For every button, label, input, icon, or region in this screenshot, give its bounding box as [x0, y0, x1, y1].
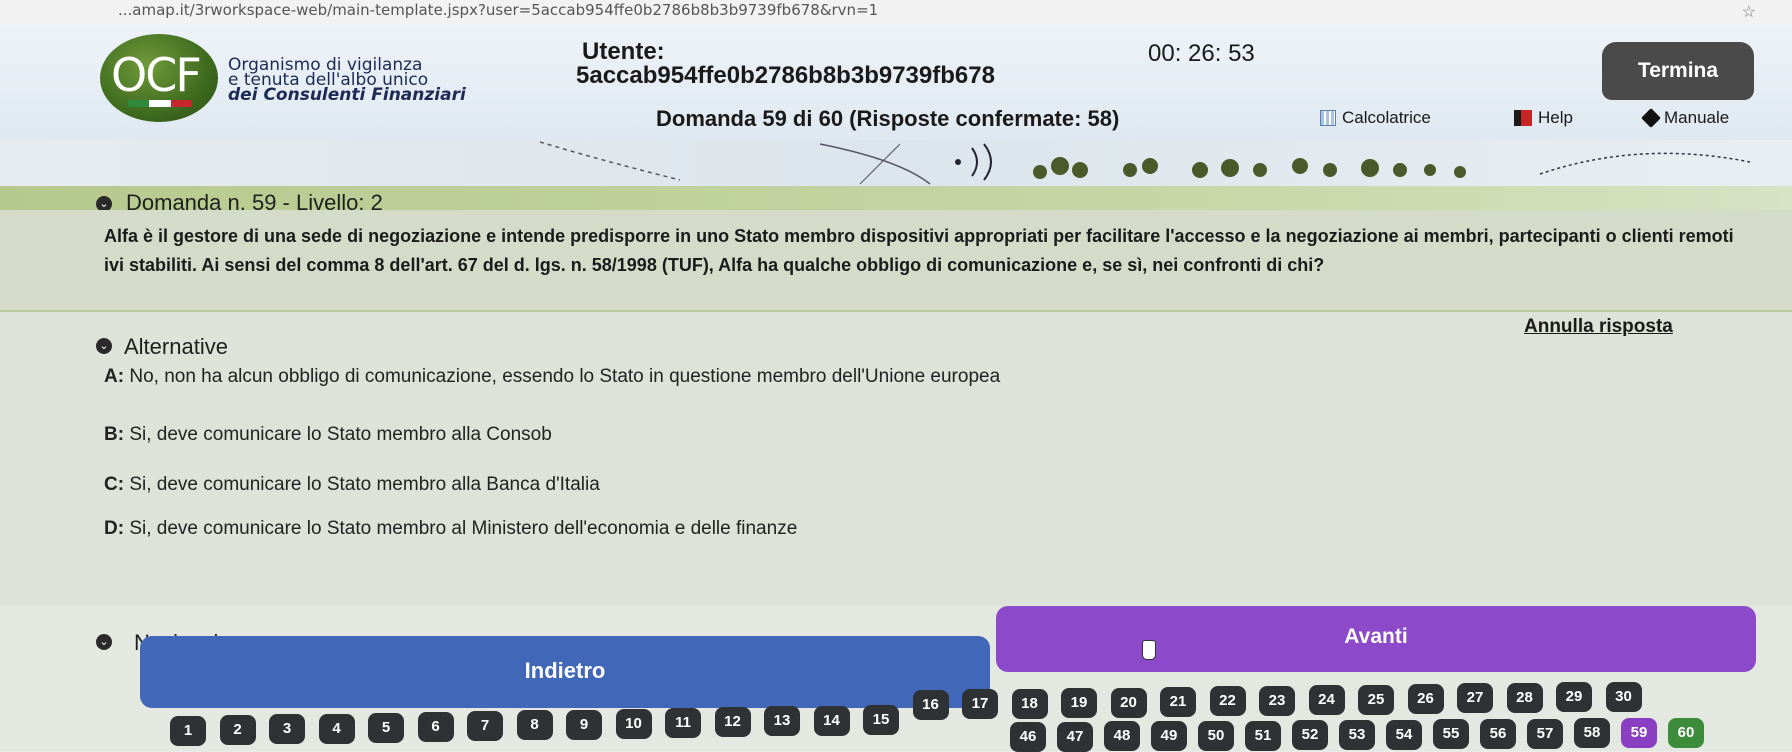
question-text: Alfa è il gestore di una sede di negozia… [104, 226, 1734, 275]
question-nav-button-48[interactable]: 48 [1104, 721, 1140, 752]
question-nav-button-24[interactable]: 24 [1308, 685, 1345, 716]
question-nav-button-8[interactable]: 8 [516, 710, 553, 741]
answer-option-b[interactable]: B: Si, deve comunicare lo Stato membro a… [104, 424, 552, 446]
question-nav-button-15[interactable]: 15 [863, 704, 899, 735]
question-nav-button-18[interactable]: 18 [1011, 688, 1048, 719]
question-nav-button-59[interactable]: 59 [1621, 718, 1657, 749]
question-nav-button-23[interactable]: 23 [1259, 685, 1295, 716]
exam-timer: 00: 26: 53 [1148, 40, 1255, 67]
cancel-answer-link[interactable]: Annulla risposta [1524, 316, 1673, 338]
question-nav-button-52[interactable]: 52 [1292, 720, 1328, 751]
answer-option-d[interactable]: D: Si, deve comunicare lo Stato membro a… [104, 518, 797, 540]
question-nav-button-30[interactable]: 30 [1605, 681, 1642, 712]
chevron-down-icon[interactable]: ⌄ [96, 338, 112, 354]
bookmark-star-icon[interactable]: ☆ [1742, 2, 1756, 22]
help-link[interactable]: Help [1514, 108, 1573, 128]
question-nav-button-4[interactable]: 4 [318, 713, 355, 744]
question-nav-button-20[interactable]: 20 [1110, 687, 1147, 718]
question-nav-button-54[interactable]: 54 [1386, 719, 1422, 750]
question-nav-button-56[interactable]: 56 [1480, 719, 1516, 749]
question-nav-button-16[interactable]: 16 [912, 690, 949, 720]
question-nav-button-50[interactable]: 50 [1198, 720, 1234, 751]
question-nav-button-25[interactable]: 25 [1358, 684, 1394, 715]
chevron-down-icon[interactable]: ⌄ [96, 634, 112, 650]
back-button[interactable]: Indietro [140, 636, 990, 708]
question-nav-button-6[interactable]: 6 [417, 712, 454, 742]
url-text[interactable]: ...amap.it/3rworkspace-web/main-template… [118, 1, 878, 19]
end-exam-button[interactable]: Termina [1602, 42, 1754, 100]
answer-option-c[interactable]: C: Si, deve comunicare lo Stato membro a… [104, 474, 600, 496]
question-nav-button-3[interactable]: 3 [269, 714, 305, 745]
mouse-cursor-icon [1142, 640, 1156, 660]
question-nav-button-7[interactable]: 7 [467, 711, 503, 742]
question-nav-button-58[interactable]: 58 [1574, 718, 1610, 749]
question-nav-button-55[interactable]: 55 [1433, 719, 1469, 750]
answer-option-a[interactable]: A: No, non ha alcun obbligo di comunicaz… [104, 366, 1000, 388]
question-nav-button-14[interactable]: 14 [813, 705, 850, 736]
question-nav-button-17[interactable]: 17 [962, 689, 998, 720]
browser-url-bar[interactable]: ...amap.it/3rworkspace-web/main-template… [0, 0, 1792, 25]
question-nav-button-28[interactable]: 28 [1506, 682, 1543, 713]
question-nav-button-22[interactable]: 22 [1209, 686, 1246, 717]
alternatives-panel [0, 310, 1792, 608]
manual-icon [1641, 108, 1661, 128]
question-nav-button-57[interactable]: 57 [1527, 718, 1563, 749]
help-icon [1514, 110, 1532, 126]
question-nav-button-47[interactable]: 47 [1057, 721, 1093, 752]
question-nav-button-1[interactable]: 1 [170, 716, 206, 746]
user-id: 5accab954ffe0b2786b8b3b9739fb678 [576, 62, 995, 89]
question-nav-button-60[interactable]: 60 [1668, 717, 1704, 748]
italian-flag-stripe [128, 100, 192, 107]
logo-text: OCF [111, 48, 202, 102]
question-nav-button-12[interactable]: 12 [714, 707, 751, 738]
question-counter: Domanda 59 di 60 (Risposte confermate: 5… [656, 106, 1120, 131]
organization-name: Organismo di vigilanza e tenuta dell'alb… [228, 55, 466, 105]
next-button[interactable]: Avanti [996, 606, 1756, 672]
question-nav-button-27[interactable]: 27 [1457, 683, 1493, 714]
alternatives-title: Alternative [124, 334, 228, 359]
manual-link[interactable]: Manuale [1641, 108, 1729, 128]
question-nav-button-46[interactable]: 46 [1010, 722, 1046, 752]
question-nav-button-29[interactable]: 29 [1556, 682, 1592, 713]
question-nav-button-51[interactable]: 51 [1245, 720, 1281, 751]
question-nav-button-11[interactable]: 11 [665, 708, 701, 738]
question-nav-button-5[interactable]: 5 [368, 712, 404, 743]
question-nav-button-49[interactable]: 49 [1151, 721, 1187, 752]
question-nav-button-10[interactable]: 10 [615, 708, 652, 739]
question-nav-button-2[interactable]: 2 [219, 715, 256, 746]
question-nav-button-19[interactable]: 19 [1061, 688, 1097, 719]
question-nav-button-13[interactable]: 13 [764, 706, 800, 737]
decorative-banner [0, 140, 1792, 186]
question-nav-button-53[interactable]: 53 [1339, 719, 1375, 750]
question-nav-button-21[interactable]: 21 [1160, 687, 1196, 717]
question-nav-button-9[interactable]: 9 [566, 709, 602, 740]
question-nav-button-26[interactable]: 26 [1407, 684, 1444, 714]
calculator-icon [1320, 110, 1336, 126]
calculator-link[interactable]: Calcolatrice [1320, 108, 1431, 128]
